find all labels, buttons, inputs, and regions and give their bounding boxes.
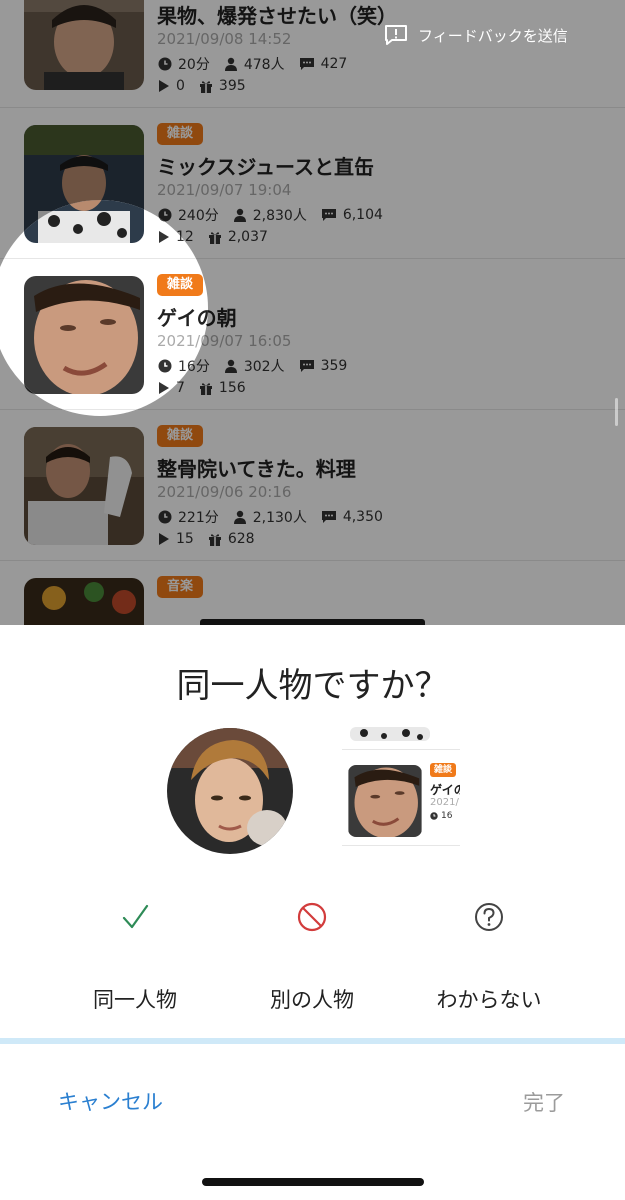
stream-date: 2021/09/07 16:05 — [157, 332, 208, 350]
crop-category-badge: 雑談 — [430, 763, 457, 777]
stream-stats-row: 7 156 — [158, 380, 208, 396]
sheet-question: 同一人物ですか？ — [176, 666, 449, 706]
stream-stats-row: 240分 2,830人 6,104 — [158, 205, 208, 225]
different-person-label: 別の人物 — [270, 988, 354, 1012]
crop-duration: 16 — [441, 811, 453, 821]
crop-stats: 16 — [430, 811, 452, 821]
scrollbar[interactable] — [615, 398, 618, 426]
spotlight-content: 果物、爆発させたい（笑） 2021/09/08 14:52 20分 478人 4… — [0, 200, 208, 416]
gift-icon — [199, 383, 208, 395]
prohibited-icon — [297, 902, 327, 932]
matched-stream-crop: 雑談 ゲイの 2021/ 16 — [342, 727, 460, 849]
stream-stats-row: 16分 302人 359 — [158, 356, 208, 376]
send-feedback-button[interactable]: フィードバックを送信 — [384, 24, 568, 46]
unknown-label: わからない — [436, 988, 542, 1012]
same-person-label: 同一人物 — [93, 988, 177, 1012]
stream-list-item: 雑談 ミックスジュースと直缶 2021/09/07 19:04 240分 2,8… — [0, 200, 208, 259]
play-icon — [159, 231, 169, 243]
same-person-option[interactable]: 同一人物 — [45, 900, 225, 1014]
stream-list-item: 雑談 整骨院いてきた。料理 2021/09/06 20:16 221分 2,13… — [0, 411, 208, 416]
crop-date: 2021/ — [430, 797, 459, 808]
stream-plays: 7 — [176, 380, 185, 396]
question-circle-icon — [475, 903, 503, 931]
clock-icon — [158, 359, 172, 373]
sheet-grabber[interactable] — [200, 619, 425, 625]
person-face-avatar — [167, 728, 293, 854]
clock-icon — [158, 208, 172, 222]
stream-plays: 12 — [176, 229, 194, 245]
done-button[interactable]: 完了 — [523, 1087, 565, 1117]
stream-thumbnail — [24, 200, 144, 243]
feedback-icon — [385, 25, 407, 45]
stream-stats-row: 12 2,037 — [158, 229, 208, 245]
stream-duration: 16分 — [178, 359, 208, 375]
crop-thumbnail — [348, 765, 422, 837]
stream-title: ゲイの朝 — [157, 306, 208, 330]
cancel-button[interactable]: キャンセル — [58, 1086, 163, 1116]
crop-title: ゲイの — [430, 783, 460, 797]
clock-icon — [430, 812, 438, 820]
home-indicator[interactable] — [202, 1178, 424, 1186]
stream-duration: 240分 — [178, 208, 208, 224]
stream-thumbnail — [24, 276, 144, 394]
checkmark-icon — [122, 904, 149, 929]
unknown-option[interactable]: わからない — [399, 900, 579, 1014]
send-feedback-label: フィードバックを送信 — [418, 26, 568, 45]
stream-list-item: 雑談 ゲイの朝 2021/09/07 16:05 16分 302人 359 7 … — [0, 260, 208, 410]
sheet-divider — [0, 1038, 625, 1044]
category-badge: 雑談 — [157, 274, 204, 296]
different-person-option[interactable]: 別の人物 — [222, 900, 402, 1014]
highlight-spotlight: 果物、爆発させたい（笑） 2021/09/08 14:52 20分 478人 4… — [0, 200, 208, 416]
play-icon — [159, 382, 169, 394]
